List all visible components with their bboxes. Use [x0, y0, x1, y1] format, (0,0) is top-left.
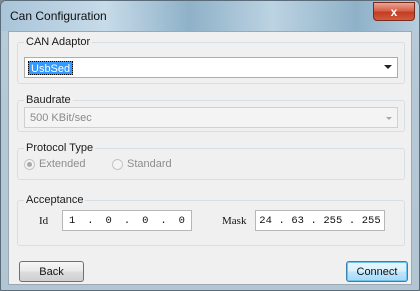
mask-octet-1: 24: [259, 214, 272, 227]
mask-label: Mask: [222, 215, 247, 227]
protocol-extended-radio[interactable]: Extended: [24, 158, 85, 170]
radio-selected-icon: [24, 158, 35, 170]
ip-separator: .: [87, 214, 94, 227]
baudrate-group-label: Baudrate: [24, 94, 73, 106]
protocol-standard-label: Standard: [127, 158, 172, 170]
dialog-body: CAN Adaptor UsbSed Baudrate 500 KBit/sec…: [8, 31, 412, 285]
baudrate-value: 500 KBit/sec: [30, 112, 92, 124]
mask-octet-4: 255: [361, 214, 381, 227]
id-input[interactable]: 1 . 0 . 0 . 0: [62, 210, 192, 231]
chevron-down-icon[interactable]: [386, 117, 392, 120]
title-bar[interactable]: Can Configuration x: [1, 1, 419, 31]
baudrate-group: Baudrate 500 KBit/sec: [17, 94, 405, 132]
ip-separator: .: [123, 214, 131, 227]
protocol-standard-radio[interactable]: Standard: [112, 158, 172, 170]
baudrate-select[interactable]: 500 KBit/sec: [24, 107, 398, 128]
mask-octet-3: 255: [323, 214, 343, 227]
connect-button[interactable]: Connect: [346, 261, 408, 282]
id-octet-1: 1: [68, 214, 76, 227]
chevron-down-icon[interactable]: [384, 65, 392, 69]
ip-separator: .: [160, 214, 167, 227]
acceptance-group: Acceptance Id 1 . 0 . 0 . 0 Mask 24 . 63…: [17, 194, 405, 246]
close-icon: x: [390, 4, 398, 19]
ip-separator: .: [348, 214, 356, 227]
ip-separator: .: [310, 214, 317, 227]
id-octet-4: 0: [178, 214, 185, 227]
ip-separator: .: [278, 214, 285, 227]
mask-input[interactable]: 24 . 63 . 255 . 255: [255, 210, 385, 231]
protocol-extended-label: Extended: [39, 158, 86, 170]
radio-unselected-icon: [112, 158, 123, 170]
id-octet-2: 0: [105, 214, 112, 227]
protocol-type-group-label: Protocol Type: [24, 142, 96, 154]
can-adaptor-select[interactable]: UsbSed: [24, 57, 398, 78]
protocol-type-group: Protocol Type Extended Standard: [17, 142, 405, 180]
id-octet-3: 0: [142, 214, 149, 227]
connect-button-label: Connect: [356, 265, 398, 278]
close-button[interactable]: x: [373, 2, 415, 21]
id-label: Id: [39, 215, 49, 227]
can-adaptor-value: UsbSed: [28, 61, 74, 75]
acceptance-group-label: Acceptance: [24, 194, 86, 206]
back-button-label: Back: [39, 265, 64, 278]
can-adaptor-group-label: CAN Adaptor: [24, 36, 93, 48]
mask-octet-2: 63: [291, 214, 304, 227]
can-configuration-window: Can Configuration x CAN Adaptor UsbSed B…: [0, 0, 420, 291]
window-title: Can Configuration: [10, 9, 107, 23]
back-button[interactable]: Back: [19, 261, 84, 282]
can-adaptor-group: CAN Adaptor UsbSed: [17, 36, 405, 84]
